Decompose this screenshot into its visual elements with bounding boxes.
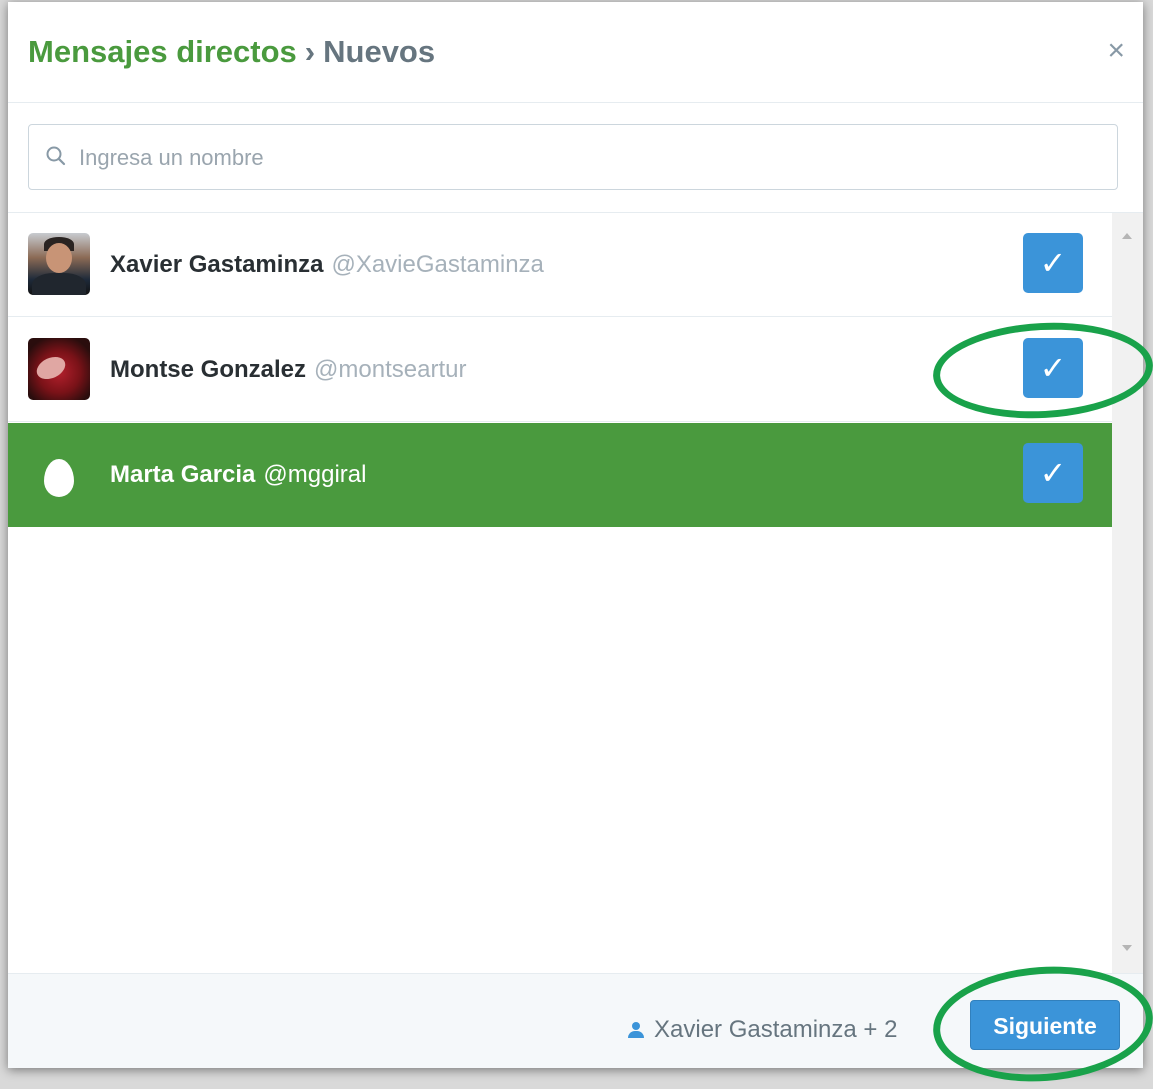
- scroll-up-arrow-icon[interactable]: [1122, 233, 1132, 239]
- contact-handle: @montseartur: [314, 356, 467, 383]
- selected-recipients: Xavier Gastaminza + 2: [628, 1016, 897, 1044]
- checkbox-checked[interactable]: ✓: [1023, 338, 1083, 398]
- recipients-label: Xavier Gastaminza + 2: [654, 1016, 898, 1043]
- contact-handle: @mggiral: [263, 461, 367, 488]
- search-icon: [46, 146, 66, 166]
- search-input[interactable]: [77, 125, 1111, 191]
- contact-name: Marta Garcia @mggiral: [110, 461, 366, 489]
- contact-row[interactable]: Xavier Gastaminza @XavieGastaminza ✓: [8, 213, 1112, 317]
- dialog-title: Mensajes directos › Nuevos: [28, 32, 435, 72]
- scrollbar[interactable]: [1112, 213, 1143, 973]
- direct-message-dialog: Mensajes directos›Nuevos × Xavier Gastam…: [8, 2, 1143, 1068]
- search-field[interactable]: [28, 124, 1118, 191]
- contact-handle: @XavieGastaminza: [331, 251, 544, 278]
- dialog-header: Mensajes directos › Nuevos ×: [8, 2, 1143, 103]
- breadcrumb-current: Nuevos: [323, 34, 436, 69]
- contact-list: Xavier Gastaminza @XavieGastaminza ✓ Mont…: [8, 213, 1112, 973]
- next-button[interactable]: Siguiente: [970, 1000, 1120, 1050]
- user-icon: [628, 1022, 644, 1038]
- contact-fullname: Montse Gonzalez: [110, 356, 307, 383]
- contact-row-highlighted[interactable]: Marta Garcia @mggiral ✓: [8, 423, 1112, 527]
- dialog-footer: Xavier Gastaminza + 2 Siguiente: [8, 973, 1143, 1068]
- avatar: [28, 338, 90, 400]
- contact-fullname: Marta Garcia: [110, 461, 256, 488]
- checkbox-checked[interactable]: ✓: [1023, 443, 1083, 503]
- contact-row[interactable]: Montse Gonzalez @montseartur ✓: [8, 318, 1112, 422]
- scroll-down-arrow-icon[interactable]: [1122, 945, 1132, 951]
- checkbox-checked[interactable]: ✓: [1023, 233, 1083, 293]
- breadcrumb-separator: ›: [304, 34, 316, 69]
- avatar: [28, 233, 90, 295]
- contact-name: Montse Gonzalez @montseartur: [110, 356, 466, 384]
- contact-name: Xavier Gastaminza @XavieGastaminza: [110, 251, 544, 279]
- close-icon[interactable]: ×: [1107, 36, 1125, 66]
- default-egg-avatar-icon: [44, 459, 74, 497]
- breadcrumb-direct-messages[interactable]: Mensajes directos: [28, 34, 297, 69]
- contact-fullname: Xavier Gastaminza: [110, 251, 324, 278]
